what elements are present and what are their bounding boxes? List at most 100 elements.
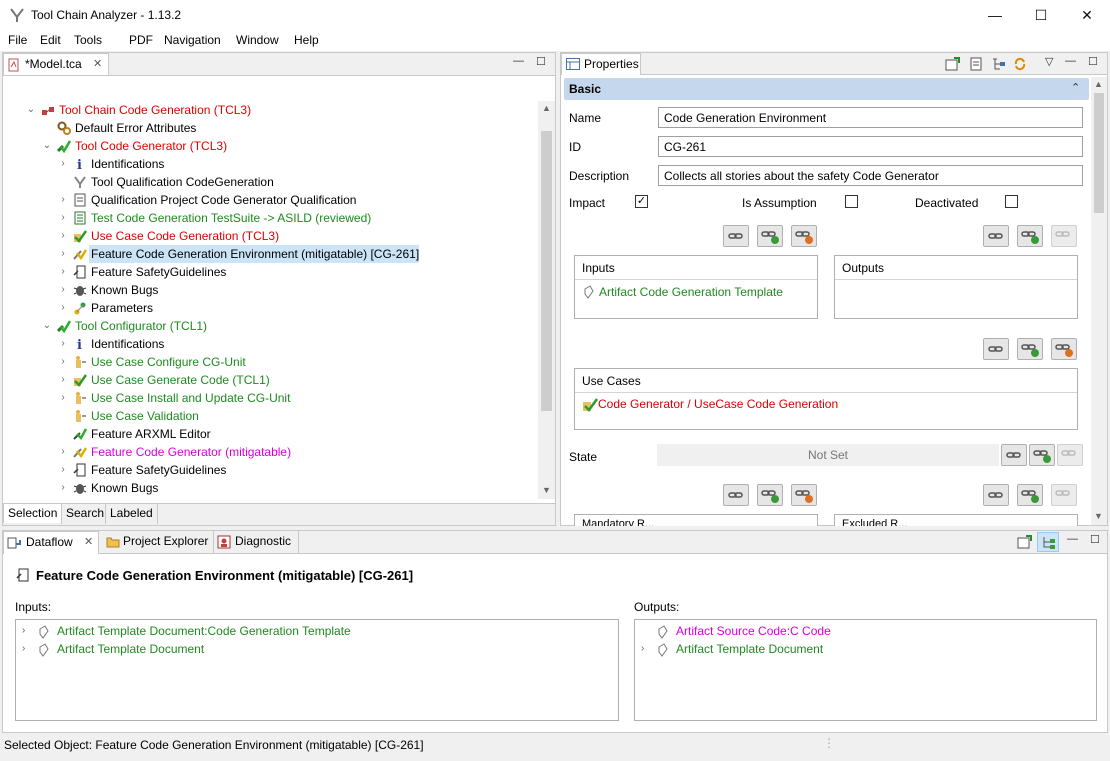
chevron-right-icon[interactable]: ›	[57, 335, 69, 353]
chevron-right-icon[interactable]: ›	[641, 643, 644, 654]
minimize-view-icon[interactable]: —	[1067, 533, 1078, 545]
view-menu-icon[interactable]: ▽	[1045, 55, 1053, 68]
chevron-right-icon[interactable]: ›	[57, 191, 69, 209]
list-item[interactable]: › Artifact Template Document:Code Genera…	[16, 623, 616, 641]
chevron-right-icon[interactable]: ›	[57, 227, 69, 245]
scroll-up-icon[interactable]: ▲	[1094, 79, 1103, 89]
link-usecase-button[interactable]	[983, 338, 1009, 360]
link-state-button[interactable]	[1001, 444, 1027, 466]
add-usecase-button[interactable]	[1017, 338, 1043, 360]
scroll-thumb[interactable]	[541, 131, 552, 411]
properties-scrollbar[interactable]: ▲ ▼	[1091, 77, 1107, 525]
hierarchy-toggle-button[interactable]	[1037, 532, 1059, 552]
chevron-right-icon[interactable]: ›	[22, 643, 25, 654]
add-mandatory-button[interactable]	[757, 484, 783, 506]
menu-edit[interactable]: Edit	[40, 33, 61, 47]
close-button[interactable]: ✕	[1064, 0, 1110, 31]
tab-search[interactable]: Search	[61, 504, 109, 524]
minimize-button[interactable]: —	[972, 0, 1018, 31]
state-field[interactable]: Not Set	[657, 444, 999, 466]
sync-icon[interactable]	[1013, 57, 1027, 71]
chevron-down-icon[interactable]: ⌄	[25, 101, 37, 119]
close-tab-icon[interactable]: ✕	[93, 54, 102, 75]
tab-diagnostic[interactable]: Diagnostic	[213, 531, 299, 553]
tab-properties[interactable]: Properties	[561, 53, 641, 75]
deactivated-checkbox[interactable]	[1005, 195, 1018, 208]
menu-navigation[interactable]: Navigation	[164, 33, 221, 47]
scroll-down-icon[interactable]: ▼	[542, 485, 551, 495]
maximize-view-icon[interactable]: ☐	[1088, 55, 1098, 68]
list-item[interactable]: › Artifact Template Document	[16, 641, 616, 659]
tab-dataflow[interactable]: Dataflow ✕	[3, 531, 99, 554]
id-field[interactable]	[658, 136, 1083, 157]
link-output-button[interactable]	[983, 225, 1009, 247]
tree-filter-icon[interactable]	[991, 57, 1007, 71]
chevron-right-icon[interactable]: ›	[57, 443, 69, 461]
remove-input-button[interactable]	[791, 225, 817, 247]
remove-state-button[interactable]	[1057, 444, 1083, 466]
scroll-down-icon[interactable]: ▼	[1094, 511, 1103, 521]
impact-checkbox[interactable]: ✓	[635, 195, 648, 208]
chevron-right-icon[interactable]: ›	[22, 625, 25, 636]
maximize-button[interactable]: ☐	[1018, 0, 1064, 31]
menu-tools[interactable]: Tools	[74, 33, 102, 47]
maximize-view-icon[interactable]: ☐	[536, 55, 546, 68]
pin-icon[interactable]	[1017, 535, 1033, 549]
section-header-basic[interactable]: Basic ⌃	[564, 78, 1089, 100]
description-field[interactable]	[658, 165, 1083, 186]
list-item[interactable]: › Artifact Template Document	[635, 641, 1095, 659]
chevron-right-icon[interactable]: ›	[57, 245, 69, 263]
minimize-view-icon[interactable]: —	[513, 55, 524, 67]
minimize-view-icon[interactable]: —	[1065, 55, 1076, 67]
tree-scrollbar[interactable]: ▲ ▼	[538, 101, 555, 499]
chevron-right-icon[interactable]: ›	[57, 209, 69, 227]
chevron-down-icon[interactable]: ⌄	[41, 317, 53, 335]
menu-help[interactable]: Help	[294, 33, 319, 47]
chevron-right-icon[interactable]: ›	[57, 281, 69, 299]
chevron-right-icon[interactable]: ›	[57, 389, 69, 407]
menu-file[interactable]: File	[8, 33, 27, 47]
chevron-right-icon[interactable]: ›	[57, 155, 69, 173]
tree-node[interactable]: Feature Code Generation Environment (mit…	[89, 245, 420, 263]
add-state-button[interactable]	[1029, 444, 1055, 466]
chevron-right-icon[interactable]: ›	[57, 263, 69, 281]
scroll-thumb[interactable]	[1094, 93, 1104, 213]
remove-output-button[interactable]	[1051, 225, 1077, 247]
close-tab-icon[interactable]: ✕	[84, 532, 93, 553]
resize-grip-icon[interactable]: ⋮	[823, 736, 835, 750]
collapse-section-icon[interactable]: ⌃	[1071, 81, 1080, 94]
name-field[interactable]	[658, 107, 1083, 128]
scroll-up-icon[interactable]: ▲	[542, 103, 551, 113]
remove-mandatory-button[interactable]	[791, 484, 817, 506]
link-input-button[interactable]	[723, 225, 749, 247]
chevron-right-icon[interactable]: ›	[57, 353, 69, 371]
remove-excluded-button[interactable]	[1051, 484, 1077, 506]
assumption-label: Is Assumption	[742, 196, 817, 210]
model-tree[interactable]: ⌄ Tool Chain Code Generation (TCL3) Defaul…	[3, 101, 538, 499]
link-mandatory-button[interactable]	[723, 484, 749, 506]
pin-icon[interactable]	[945, 57, 961, 71]
menu-window[interactable]: Window	[236, 33, 279, 47]
chevron-right-icon[interactable]: ›	[57, 299, 69, 317]
chevron-down-icon[interactable]: ⌄	[41, 137, 53, 155]
menu-pdf[interactable]: PDF	[129, 33, 153, 47]
tab-labeled[interactable]: Labeled	[105, 504, 158, 524]
add-output-button[interactable]	[1017, 225, 1043, 247]
chevron-right-icon[interactable]: ›	[57, 461, 69, 479]
add-excluded-button[interactable]	[1017, 484, 1043, 506]
link-excluded-button[interactable]	[983, 484, 1009, 506]
remove-usecase-button[interactable]	[1051, 338, 1077, 360]
chevron-right-icon[interactable]: ›	[57, 479, 69, 497]
add-input-button[interactable]	[757, 225, 783, 247]
input-item[interactable]: Artifact Code Generation Template	[599, 285, 783, 299]
tab-project-explorer[interactable]: Project Explorer	[103, 531, 213, 553]
maximize-view-icon[interactable]: ☐	[1090, 533, 1100, 546]
assumption-checkbox[interactable]	[845, 195, 858, 208]
tab-selection[interactable]: Selection	[3, 503, 63, 523]
tree-node-label: Tool Qualification CodeGeneration	[91, 175, 274, 189]
list-item[interactable]: Artifact Source Code:C Code	[635, 623, 1095, 641]
usecase-item[interactable]: Code Generator / UseCase Code Generation	[598, 397, 838, 411]
tab-model[interactable]: *Model.tca ✕	[3, 53, 109, 75]
document-view-icon[interactable]	[969, 57, 983, 71]
chevron-right-icon[interactable]: ›	[57, 371, 69, 389]
